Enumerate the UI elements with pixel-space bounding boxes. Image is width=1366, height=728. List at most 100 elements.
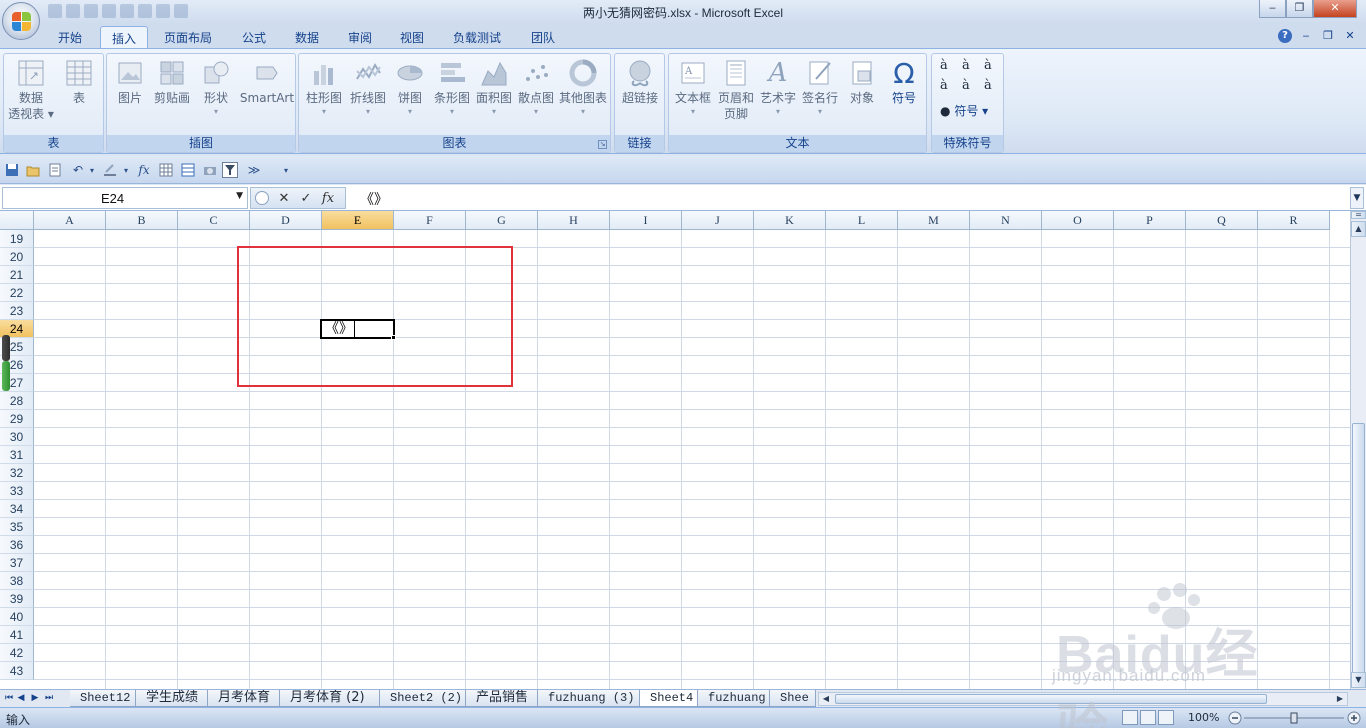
cancel-entry-icon[interactable]: ✕ xyxy=(273,191,295,206)
hyperlink-button[interactable]: 超链接 xyxy=(617,54,663,134)
ribbon-minimize-icon[interactable]: ‒ xyxy=(1298,29,1314,43)
row-header-41[interactable]: 41 xyxy=(0,626,34,644)
minimize-button[interactable]: ‒ xyxy=(1259,0,1286,18)
column-header-k[interactable]: K xyxy=(754,211,826,230)
active-cell[interactable] xyxy=(320,319,395,339)
row-header-35[interactable]: 35 xyxy=(0,518,34,536)
vertical-scrollbar[interactable]: = ▲ ▼ xyxy=(1350,211,1366,689)
next-sheet-icon[interactable]: ▶ xyxy=(30,692,40,704)
wordart-button[interactable]: A 艺术字 ▾ xyxy=(755,54,801,134)
symbol-button[interactable]: Ω 符号 xyxy=(881,54,927,134)
name-box[interactable]: E24 ▼ xyxy=(2,187,248,209)
scroll-right-button[interactable]: ▶ xyxy=(1333,693,1347,705)
scatter-chart-button[interactable]: 散点图 ▾ xyxy=(513,54,559,134)
help-icon[interactable]: ? xyxy=(1278,29,1292,43)
customize-toolbar-icon[interactable]: ▾ xyxy=(278,162,294,178)
row-header-29[interactable]: 29 xyxy=(0,410,34,428)
scroll-left-button[interactable]: ◀ xyxy=(819,693,833,705)
sheet-tab[interactable]: 产品销售 xyxy=(466,690,538,707)
tab-formulas[interactable]: 公式 xyxy=(231,26,277,48)
last-sheet-icon[interactable]: ⏭ xyxy=(44,692,54,704)
sheet-tab[interactable]: fuzhuang xyxy=(698,690,770,707)
symbol-item[interactable]: à xyxy=(984,78,1006,93)
column-header-j[interactable]: J xyxy=(682,211,754,230)
row-header-40[interactable]: 40 xyxy=(0,608,34,626)
other-charts-button[interactable]: 其他图表 ▾ xyxy=(557,54,609,134)
column-header-p[interactable]: P xyxy=(1114,211,1186,230)
pie-chart-button[interactable]: 饼图 ▾ xyxy=(387,54,433,134)
clip-art-button[interactable]: 剪贴画 xyxy=(149,54,195,134)
formula-bar-handle[interactable] xyxy=(255,191,269,205)
border-icon[interactable] xyxy=(102,162,118,178)
object-button[interactable]: 对象 xyxy=(839,54,885,134)
restore-button[interactable]: ❐ xyxy=(1286,0,1313,18)
row-header-39[interactable]: 39 xyxy=(0,590,34,608)
page-layout-view-icon[interactable] xyxy=(1140,710,1156,725)
grid-icon[interactable] xyxy=(158,162,174,178)
sheet-tab[interactable]: 月考体育 (2) xyxy=(280,690,380,707)
tab-team[interactable]: 团队 xyxy=(520,26,566,48)
column-header-f[interactable]: F xyxy=(394,211,466,230)
row-header-30[interactable]: 30 xyxy=(0,428,34,446)
ribbon-restore-icon[interactable]: ❐ xyxy=(1320,29,1336,43)
open-icon[interactable] xyxy=(25,162,41,178)
tab-review[interactable]: 审阅 xyxy=(337,26,383,48)
row-header-36[interactable]: 36 xyxy=(0,536,34,554)
charts-dialog-launcher[interactable]: ↘ xyxy=(598,140,607,149)
filter-icon[interactable] xyxy=(222,162,238,178)
signature-line-button[interactable]: 签名行 ▾ xyxy=(797,54,843,134)
expand-formula-bar-icon[interactable]: ▼ xyxy=(1350,187,1364,209)
row-header-43[interactable]: 43 xyxy=(0,662,34,680)
symbol-item[interactable]: à xyxy=(940,78,962,93)
special-symbol-dropdown[interactable]: ● 符号 ▾ xyxy=(940,102,988,119)
column-header-q[interactable]: Q xyxy=(1186,211,1258,230)
office-button[interactable] xyxy=(2,2,40,40)
column-chart-button[interactable]: 柱形图 ▾ xyxy=(301,54,347,134)
sheet-tab[interactable]: 月考体育 xyxy=(208,690,280,707)
table-button[interactable]: 表 xyxy=(56,54,102,134)
row-header-23[interactable]: 23 xyxy=(0,302,34,320)
formula-input[interactable]: 《》 xyxy=(360,189,388,209)
column-header-d[interactable]: D xyxy=(250,211,322,230)
row-header-34[interactable]: 34 xyxy=(0,500,34,518)
line-chart-button[interactable]: 折线图 ▾ xyxy=(345,54,391,134)
tab-load-test[interactable]: 负载测试 xyxy=(442,26,512,48)
column-header-i[interactable]: I xyxy=(610,211,682,230)
bar-chart-button[interactable]: 条形图 ▾ xyxy=(429,54,475,134)
sheet-tab[interactable]: Sheet2 (2) xyxy=(380,690,466,707)
zoom-slider[interactable] xyxy=(1228,711,1362,725)
shapes-button[interactable]: 形状 ▾ xyxy=(193,54,239,134)
vertical-scroll-thumb[interactable] xyxy=(1352,423,1365,679)
area-chart-button[interactable]: 面积图 ▾ xyxy=(471,54,517,134)
column-header-g[interactable]: G xyxy=(466,211,538,230)
column-header-a[interactable]: A xyxy=(34,211,106,230)
row-header-42[interactable]: 42 xyxy=(0,644,34,662)
page-break-view-icon[interactable] xyxy=(1158,710,1174,725)
row-header-20[interactable]: 20 xyxy=(0,248,34,266)
first-sheet-icon[interactable]: ⏮ xyxy=(4,692,14,704)
tab-insert[interactable]: 插入 xyxy=(100,26,149,48)
column-header-c[interactable]: C xyxy=(178,211,250,230)
sheet-tab[interactable]: Shee xyxy=(770,690,816,707)
tab-data[interactable]: 数据 xyxy=(284,26,330,48)
symbol-item[interactable]: à xyxy=(940,58,962,73)
sheet-tab[interactable]: fuzhuang (3) xyxy=(538,690,640,707)
smartart-button[interactable]: SmartArt xyxy=(239,54,295,134)
confirm-entry-icon[interactable]: ✓ xyxy=(295,191,317,206)
row-header-22[interactable]: 22 xyxy=(0,284,34,302)
print-preview-icon[interactable] xyxy=(47,162,63,178)
horizontal-scroll-thumb[interactable] xyxy=(835,694,1267,704)
column-header-b[interactable]: B xyxy=(106,211,178,230)
header-footer-button[interactable]: 页眉和 页脚 xyxy=(713,54,759,134)
scroll-up-button[interactable]: ▲ xyxy=(1351,221,1366,237)
name-box-dropdown-icon[interactable]: ▼ xyxy=(236,191,243,201)
insert-function-icon[interactable]: fx xyxy=(317,191,339,206)
row-header-33[interactable]: 33 xyxy=(0,482,34,500)
select-all-button[interactable] xyxy=(0,211,34,230)
picture-button[interactable]: 图片 xyxy=(107,54,153,134)
scroll-down-button[interactable]: ▼ xyxy=(1351,672,1366,688)
pivot-table-button[interactable]: 数据 透视表 ▾ xyxy=(8,54,54,134)
row-header-21[interactable]: 21 xyxy=(0,266,34,284)
symbol-item[interactable]: à xyxy=(984,58,1006,73)
symbol-item[interactable]: à xyxy=(962,58,984,73)
